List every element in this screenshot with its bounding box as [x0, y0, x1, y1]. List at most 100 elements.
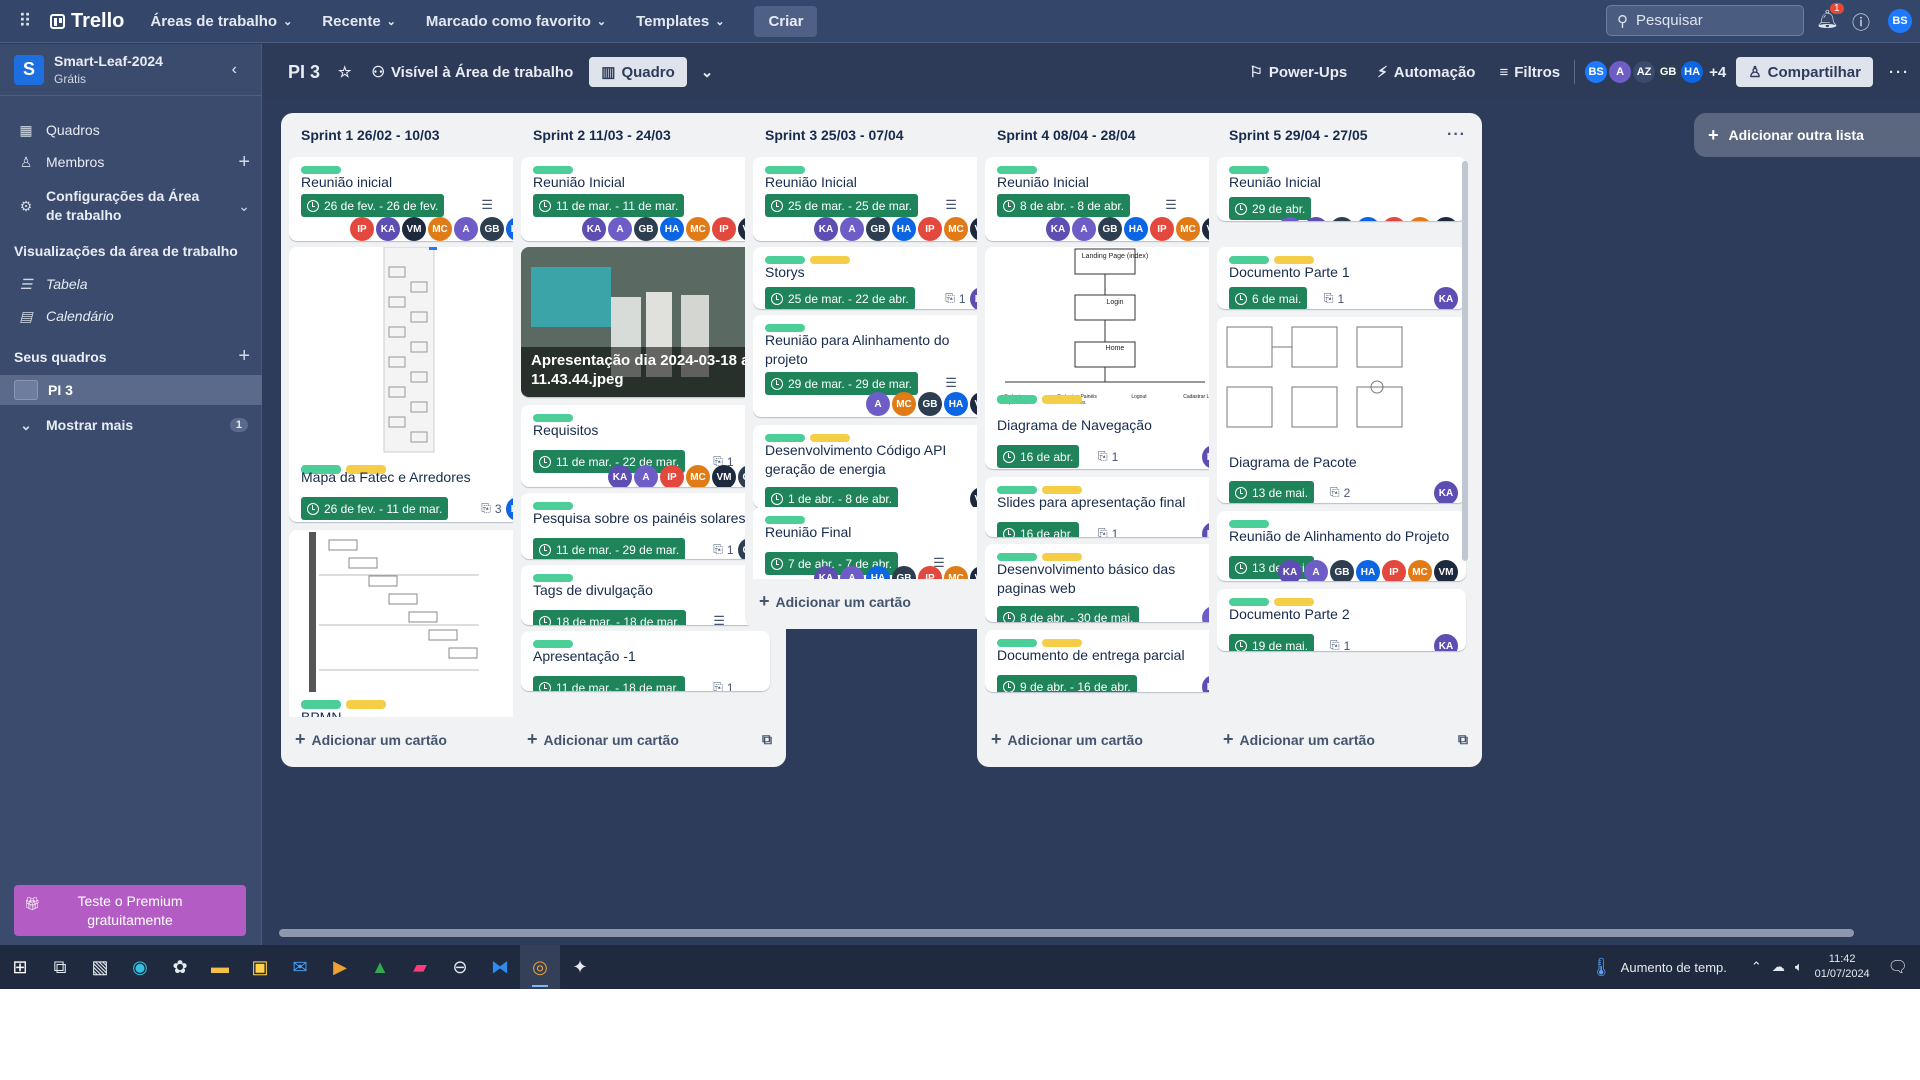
scrollbar-thumb[interactable]	[279, 929, 1854, 937]
member-avatar[interactable]: GB	[480, 217, 504, 241]
template-icon[interactable]: ⧉	[762, 731, 772, 748]
list-title[interactable]: Sprint 2 11/03 - 24/03	[533, 127, 671, 143]
chevron-down-icon[interactable]: ⌄	[701, 63, 714, 81]
member-avatar[interactable]: A	[1607, 59, 1634, 85]
due-date-badge[interactable]: 26 de fev. - 11 de mar.	[301, 497, 449, 520]
attachment-count[interactable]: ⎘ 3	[481, 501, 501, 516]
trello-logo[interactable]: Trello	[50, 10, 124, 33]
filters-button[interactable]: ≡ Filtros	[1499, 64, 1560, 81]
attachment-count[interactable]: ⎘ 1	[1324, 291, 1344, 306]
add-card-button[interactable]: +Adicionar um cartão⧉	[1223, 721, 1468, 757]
member-avatar[interactable]: MC	[428, 217, 452, 241]
drive-icon[interactable]: ▲	[360, 945, 400, 989]
due-date-badge[interactable]: 13 de mai.	[1229, 481, 1315, 503]
premium-trial-button[interactable]: 🎁︎ Teste o Premium gratuitamente	[14, 885, 246, 936]
member-avatar[interactable]: KA	[376, 217, 400, 241]
attachment-count[interactable]: ⎘ 1	[713, 542, 733, 557]
sidebar-item-settings[interactable]: ⚙ Configurações da Área de trabalho ⌄	[0, 184, 262, 228]
member-avatar[interactable]: IP	[1150, 217, 1174, 241]
member-avatar[interactable]: KA	[1434, 287, 1458, 309]
member-avatar[interactable]: GB	[1330, 560, 1354, 581]
member-avatar[interactable]: HA	[892, 217, 916, 241]
card[interactable]: Landing Page (index)LoginHomeCadastrar D…	[985, 247, 1234, 469]
member-avatar[interactable]: MC	[944, 566, 968, 579]
add-list-button[interactable]: + Adicionar outra lista	[1694, 113, 1920, 157]
member-avatar[interactable]: BS	[1583, 59, 1610, 85]
member-avatar[interactable]: IP	[1382, 560, 1406, 581]
vscode-icon[interactable]: ⧓	[480, 945, 520, 989]
member-avatar[interactable]: MC	[686, 217, 710, 241]
member-avatar[interactable]: IP	[918, 566, 942, 579]
app-icon[interactable]: ⊖	[440, 945, 480, 989]
volume-icon[interactable]: 🔈︎	[1795, 959, 1803, 975]
due-date-badge[interactable]: 26 de fev. - 26 de fev.	[301, 194, 445, 217]
add-card-button[interactable]: +Adicionar um cartão⧉	[295, 721, 540, 757]
powerups-button[interactable]: ⚐ Power-Ups	[1249, 63, 1347, 82]
member-avatar[interactable]: IP	[660, 465, 684, 487]
attachment-count[interactable]: ⎘ 2	[1330, 485, 1350, 500]
member-avatar[interactable]: HA	[1356, 217, 1380, 221]
member-avatar[interactable]: AZ	[1631, 59, 1658, 85]
due-date-badge[interactable]: 1 de abr. - 8 de abr.	[765, 487, 899, 508]
card[interactable]: Reunião inicial 26 de fev. - 26 de fev. ☰ I…	[289, 157, 538, 241]
due-date-badge[interactable]: 18 de mar. - 18 de mar.	[533, 610, 687, 625]
due-date-badge[interactable]: 16 de abr.	[997, 445, 1080, 468]
windows-start-icon[interactable]: ⊞	[0, 945, 40, 989]
attachment-count[interactable]: ⎘ 1	[945, 291, 965, 306]
card[interactable]: Storys25 de mar. - 22 de abr.⎘1KA	[753, 247, 1002, 309]
due-date-badge[interactable]: 11 de mar. - 29 de mar.	[533, 538, 686, 559]
template-icon[interactable]: ⧉	[1458, 731, 1468, 748]
card[interactable]: Documento Parte 1 6 de mai. ⎘ 1 KA	[1217, 247, 1466, 309]
member-avatar[interactable]: GB	[1330, 217, 1354, 221]
visibility-button[interactable]: ⚇ Visível à Área de trabalho	[371, 63, 573, 82]
member-avatar[interactable]: GB	[1655, 59, 1682, 85]
chevron-up-icon[interactable]: ⌃	[1751, 959, 1762, 975]
card[interactable]: Reunião para Alinhamento do projeto 29 de…	[753, 315, 1002, 417]
member-avatar[interactable]: MC	[1176, 217, 1200, 241]
card[interactable]: Reunião Inicial 11 de mar. - 11 de mar. KA…	[521, 157, 770, 241]
notifications-center-icon[interactable]: 🗨︎	[1888, 957, 1908, 977]
board-horizontal-scrollbar[interactable]	[263, 925, 1920, 939]
board-title[interactable]: PI 3	[288, 62, 320, 83]
member-avatar[interactable]: MC	[1408, 560, 1432, 581]
intellij-icon[interactable]: ▰	[400, 945, 440, 989]
member-avatar[interactable]: KA	[1434, 481, 1458, 503]
member-avatar[interactable]: GB	[892, 566, 916, 579]
help-icon[interactable]: ⓘ	[1852, 9, 1870, 35]
card[interactable]: Diagrama de Pacote 13 de mai. ⎘ 2 KA	[1217, 317, 1466, 503]
list-menu-icon[interactable]: ···	[1447, 126, 1466, 144]
member-avatar[interactable]: MC	[892, 392, 916, 416]
member-avatar[interactable]: HA	[944, 392, 968, 416]
due-date-badge[interactable]: 25 de mar. - 25 de mar.	[765, 194, 919, 217]
member-avatar[interactable]: IP	[350, 217, 374, 241]
member-avatar[interactable]: VM	[402, 217, 426, 241]
member-avatar[interactable]: MC	[944, 217, 968, 241]
card[interactable]: Reunião de Alinhamento do Projeto13 de m…	[1217, 511, 1466, 581]
member-avatar[interactable]: MC	[1408, 217, 1432, 221]
list-header[interactable]: Sprint 5 29/04 - 27/05 ···	[1209, 113, 1482, 157]
due-date-badge[interactable]: 25 de mar. - 22 de abr.	[765, 287, 915, 309]
member-avatar[interactable]: GB	[866, 217, 890, 241]
member-avatar[interactable]: IP	[1382, 217, 1406, 221]
add-board-icon[interactable]: +	[238, 345, 250, 368]
sidebar-board-pi3[interactable]: PI 3	[0, 375, 262, 405]
card[interactable]: Apresentação dia 2024-03-18 at 11.43.44.…	[521, 247, 770, 397]
automation-button[interactable]: ⚡︎ Automação	[1377, 63, 1475, 82]
list-title[interactable]: Sprint 4 08/04 - 28/04	[997, 127, 1136, 143]
member-avatar[interactable]: GB	[634, 217, 658, 241]
card[interactable]: Requisitos 11 de mar. - 22 de mar. ⎘ 1 KA A IP…	[521, 405, 770, 487]
menu-starred[interactable]: Marcado como favorito ⌄	[426, 13, 606, 30]
due-date-badge[interactable]: 6 de mai.	[1229, 287, 1308, 309]
attachment-count[interactable]: ⎘ 1	[1330, 638, 1350, 651]
list-title[interactable]: Sprint 1 26/02 - 10/03	[301, 127, 440, 143]
user-avatar[interactable]: BS	[1888, 9, 1912, 33]
member-avatar[interactable]: A	[1304, 560, 1328, 581]
member-avatar[interactable]: VM	[712, 465, 736, 487]
due-date-badge[interactable]: 11 de mar. - 11 de mar.	[533, 194, 685, 217]
member-avatar[interactable]: HA	[1679, 59, 1706, 85]
member-avatar[interactable]: HA	[660, 217, 684, 241]
card[interactable]: Apresentação -1 11 de mar. - 18 de mar. ⎘ 1	[521, 631, 770, 691]
show-more-button[interactable]: ⌄ Mostrar mais 1	[0, 413, 262, 437]
star-icon[interactable]: ☆	[338, 63, 351, 81]
mail-icon[interactable]: ✉	[280, 945, 320, 989]
